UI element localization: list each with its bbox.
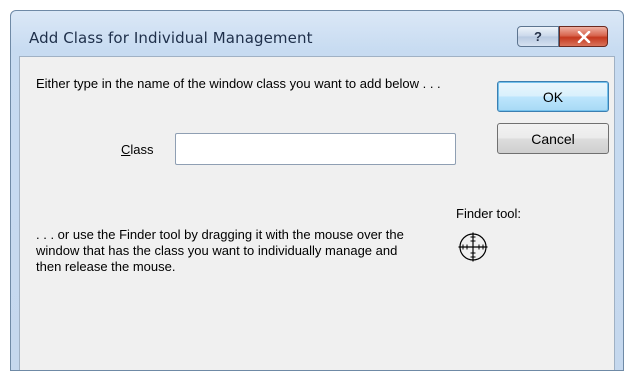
- crosshair-icon[interactable]: [458, 232, 488, 262]
- finder-tool-label: Finder tool:: [456, 206, 522, 221]
- help-button[interactable]: ?: [517, 26, 559, 47]
- help-icon: ?: [534, 29, 542, 44]
- window-title: Add Class for Individual Management: [29, 29, 313, 47]
- ok-button[interactable]: OK: [497, 81, 609, 112]
- close-button[interactable]: [559, 26, 608, 47]
- title-bar[interactable]: Add Class for Individual Management ?: [11, 11, 623, 55]
- instruction-type-class: Either type in the name of the window cl…: [36, 76, 441, 91]
- dialog-client-area: Either type in the name of the window cl…: [19, 56, 615, 370]
- class-label-accelerator: C: [121, 142, 131, 157]
- instruction-finder-tool: . . . or use the Finder tool by dragging…: [36, 227, 404, 274]
- cancel-button[interactable]: Cancel: [497, 123, 609, 154]
- class-label: Class: [121, 142, 154, 158]
- class-label-text: lass: [130, 142, 154, 157]
- close-icon: [577, 30, 590, 43]
- dialog-window: Add Class for Individual Management ? Ei…: [10, 10, 624, 371]
- class-input[interactable]: [175, 133, 456, 165]
